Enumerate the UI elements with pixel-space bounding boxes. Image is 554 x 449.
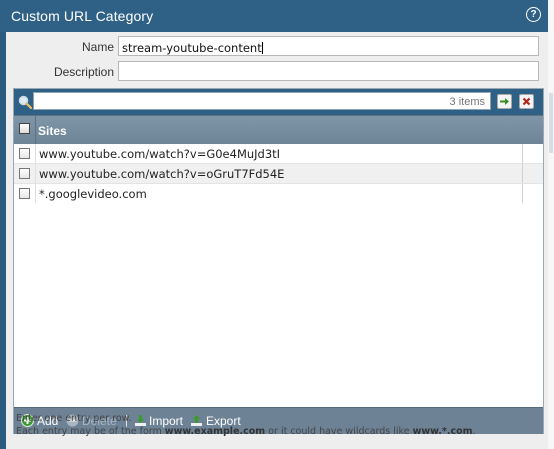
grid-search-input[interactable]: 3 items	[33, 92, 491, 110]
hint-example-domain: www.example.com	[164, 426, 266, 437]
table-row[interactable]: www.youtube.com/watch?v=oGruT7Fd54E	[14, 164, 543, 184]
background-strip	[548, 0, 554, 449]
hint-text: Each entry may be of the form	[16, 426, 165, 437]
item-count: 3 items	[449, 96, 485, 108]
table-row[interactable]: www.youtube.com/watch?v=G0e4MuJd3tI	[14, 144, 543, 164]
grid-search-bar: 3 items	[14, 89, 543, 115]
hint-wildcard-example: www.*.com	[412, 426, 473, 437]
clear-filter-button[interactable]	[519, 94, 534, 109]
background-tab	[549, 93, 553, 153]
row-divider	[522, 184, 523, 203]
hint-line-2: Each entry may be of the form www.exampl…	[16, 426, 476, 437]
dialog-title-bar[interactable]: Custom URL Category ?	[0, 0, 548, 32]
row-divider	[35, 184, 36, 203]
hint-text: or it could have wildcards like	[265, 426, 413, 437]
name-field[interactable]: stream-youtube-content	[118, 36, 539, 56]
row-checkbox[interactable]	[19, 168, 30, 179]
text-cursor	[261, 42, 263, 54]
header-divider	[35, 116, 36, 144]
row-divider	[522, 144, 523, 163]
row-divider	[35, 144, 36, 163]
row-divider	[522, 164, 523, 183]
grid-header: Sites	[14, 115, 543, 144]
description-field[interactable]	[118, 61, 539, 81]
custom-url-category-dialog: Custom URL Category ? Name stream-youtub…	[0, 0, 548, 449]
close-icon	[522, 97, 531, 106]
hint-text: .	[472, 426, 476, 437]
hint-line-1: Enter one entry per row.	[16, 413, 132, 424]
site-cell[interactable]: *.googlevideo.com	[39, 187, 147, 201]
sites-grid: 3 items Sites www.youtube.com/watch?v=G0…	[13, 88, 544, 434]
apply-filter-button[interactable]	[497, 94, 512, 109]
row-checkbox[interactable]	[19, 148, 30, 159]
table-row[interactable]: *.googlevideo.com	[14, 184, 543, 203]
dialog-title: Custom URL Category	[11, 8, 154, 24]
name-field-value: stream-youtube-content	[122, 41, 262, 55]
grid-rows: www.youtube.com/watch?v=G0e4MuJd3tI www.…	[14, 144, 543, 203]
row-checkbox[interactable]	[19, 188, 30, 199]
site-cell[interactable]: www.youtube.com/watch?v=oGruT7Fd54E	[39, 167, 284, 181]
column-header-sites[interactable]: Sites	[38, 124, 67, 138]
dialog-body: Name stream-youtube-content Description …	[6, 32, 548, 449]
name-label: Name	[81, 40, 114, 54]
help-icon[interactable]: ?	[526, 7, 541, 22]
select-all-checkbox[interactable]	[19, 123, 30, 134]
search-icon	[18, 95, 32, 109]
description-label: Description	[53, 65, 114, 79]
site-cell[interactable]: www.youtube.com/watch?v=G0e4MuJd3tI	[39, 147, 280, 161]
arrow-right-icon	[500, 98, 509, 105]
row-divider	[35, 164, 36, 183]
